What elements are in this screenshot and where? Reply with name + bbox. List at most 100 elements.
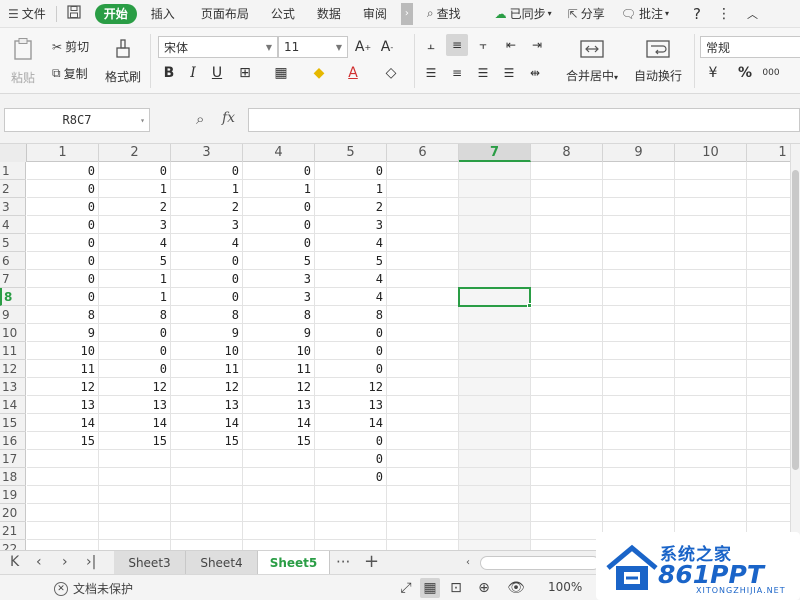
cell[interactable] (459, 450, 531, 468)
align-top-icon[interactable]: ⫠ (420, 34, 442, 56)
cell[interactable]: 12 (27, 378, 99, 396)
cell[interactable]: 5 (99, 252, 171, 270)
cell[interactable] (531, 540, 603, 550)
cell[interactable] (675, 432, 747, 450)
fill-color-icon[interactable]: ◆ (308, 62, 330, 84)
row-header-1[interactable]: 1 (0, 162, 26, 180)
row-header-21[interactable]: 21 (0, 522, 26, 540)
percent-button[interactable]: % (734, 62, 756, 84)
cell[interactable] (243, 540, 315, 550)
zoom-lookup-icon[interactable]: ⌕ (196, 110, 204, 128)
cell[interactable]: 4 (315, 270, 387, 288)
cell[interactable] (387, 162, 459, 180)
cell[interactable] (27, 540, 99, 550)
cell[interactable] (531, 288, 603, 306)
cell[interactable] (675, 342, 747, 360)
zoom-level[interactable]: 100% (548, 580, 582, 594)
cell[interactable]: 0 (171, 288, 243, 306)
cell[interactable]: 0 (99, 162, 171, 180)
cell[interactable]: 0 (99, 360, 171, 378)
cell[interactable]: 15 (243, 432, 315, 450)
tab-formulas[interactable]: 公式 (263, 0, 303, 28)
cell[interactable]: 0 (27, 162, 99, 180)
cell[interactable] (603, 288, 675, 306)
cell[interactable]: 15 (27, 432, 99, 450)
cell[interactable] (603, 216, 675, 234)
row-header-8[interactable]: 8 (0, 288, 26, 306)
cell[interactable] (531, 522, 603, 540)
cell[interactable]: 12 (315, 378, 387, 396)
cell[interactable] (27, 486, 99, 504)
column-header-10[interactable]: 10 (675, 144, 747, 162)
cell[interactable] (531, 360, 603, 378)
row-header-13[interactable]: 13 (0, 378, 26, 396)
cell[interactable]: 11 (27, 360, 99, 378)
cell[interactable] (603, 252, 675, 270)
cell[interactable]: 14 (171, 414, 243, 432)
column-header-8[interactable]: 8 (531, 144, 603, 162)
cell[interactable] (675, 324, 747, 342)
cell[interactable] (459, 180, 531, 198)
cell[interactable] (531, 270, 603, 288)
cell[interactable] (387, 324, 459, 342)
wrap-text-button[interactable]: 自动换行 (630, 34, 686, 88)
cell[interactable]: 0 (27, 198, 99, 216)
cell[interactable]: 13 (315, 396, 387, 414)
find-button[interactable]: ⌕ 查找 (419, 0, 469, 28)
cell[interactable] (315, 540, 387, 550)
column-header-7[interactable]: 7 (459, 144, 531, 162)
cell[interactable] (387, 306, 459, 324)
cell[interactable] (387, 432, 459, 450)
cell[interactable]: 4 (315, 288, 387, 306)
cell[interactable]: 0 (315, 450, 387, 468)
cell[interactable] (387, 414, 459, 432)
cell[interactable]: 10 (27, 342, 99, 360)
cell[interactable] (747, 486, 790, 504)
cell[interactable] (171, 486, 243, 504)
tab-page-layout[interactable]: 页面布局 (193, 0, 257, 28)
row-header-9[interactable]: 9 (0, 306, 26, 324)
cell[interactable] (675, 252, 747, 270)
cell[interactable] (243, 468, 315, 486)
cell[interactable]: 4 (99, 234, 171, 252)
cell[interactable] (675, 162, 747, 180)
cell[interactable]: 0 (315, 468, 387, 486)
column-header-9[interactable]: 9 (603, 144, 675, 162)
cell[interactable]: 1 (243, 180, 315, 198)
cell[interactable] (171, 540, 243, 550)
cell[interactable]: 9 (171, 324, 243, 342)
cell[interactable] (27, 450, 99, 468)
cell[interactable]: 0 (171, 270, 243, 288)
row-header-10[interactable]: 10 (0, 324, 26, 342)
column-header-3[interactable]: 3 (171, 144, 243, 162)
more-options-icon[interactable]: ⋮ (709, 0, 739, 28)
cell[interactable] (459, 522, 531, 540)
cell[interactable] (603, 324, 675, 342)
cell[interactable] (459, 162, 531, 180)
font-color-icon[interactable]: A (342, 62, 364, 84)
align-right-icon[interactable]: ☰ (472, 62, 494, 84)
cell[interactable] (603, 162, 675, 180)
cell[interactable] (459, 468, 531, 486)
cell[interactable] (459, 306, 531, 324)
reading-view-icon[interactable]: 👁 (506, 578, 526, 598)
column-header-2[interactable]: 2 (99, 144, 171, 162)
cell[interactable] (675, 180, 747, 198)
sheet-tab-sheet5[interactable]: Sheet5 (258, 551, 330, 575)
cell[interactable] (675, 378, 747, 396)
cell[interactable] (747, 396, 790, 414)
cell[interactable] (243, 450, 315, 468)
cell[interactable] (171, 468, 243, 486)
cell[interactable] (459, 504, 531, 522)
cell[interactable] (531, 414, 603, 432)
cell[interactable]: 0 (27, 234, 99, 252)
cell[interactable] (459, 396, 531, 414)
cell[interactable]: 3 (171, 216, 243, 234)
cell[interactable] (603, 180, 675, 198)
cell[interactable]: 0 (27, 252, 99, 270)
sheet-tab-sheet4[interactable]: Sheet4 (186, 551, 258, 575)
row-header-6[interactable]: 6 (0, 252, 26, 270)
cell[interactable]: 0 (243, 198, 315, 216)
cell[interactable]: 0 (243, 234, 315, 252)
scrollbar-thumb[interactable] (792, 170, 799, 470)
